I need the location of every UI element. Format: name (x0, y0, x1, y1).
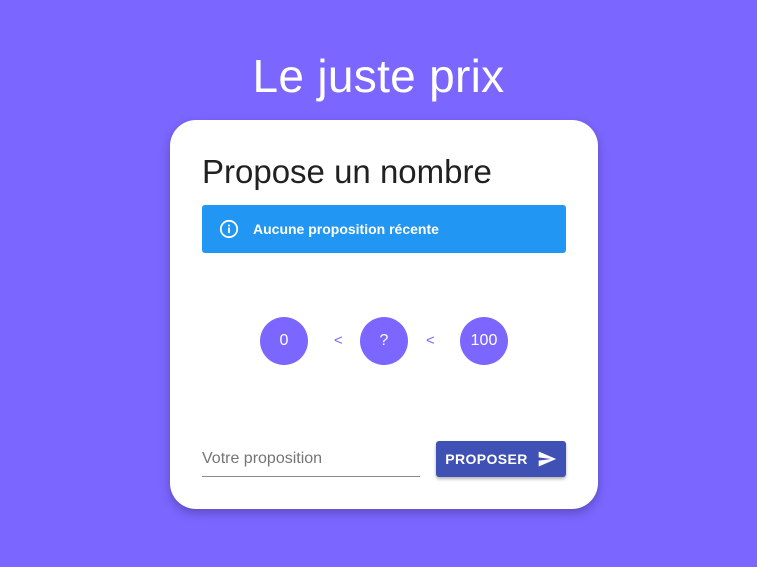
less-than-symbol: < (334, 332, 343, 349)
range-min-bubble: 0 (260, 317, 308, 365)
info-icon (219, 219, 239, 239)
propose-button[interactable]: PROPOSER (436, 441, 566, 477)
send-icon (537, 449, 557, 469)
propose-button-label: PROPOSER (445, 451, 528, 467)
range-indicator: 0 < ? < 100 (260, 317, 508, 365)
guess-field (202, 442, 420, 477)
card-title: Propose un nombre (202, 153, 492, 190)
guess-card: Propose un nombre Aucune proposition réc… (170, 120, 598, 509)
guess-input[interactable] (202, 442, 420, 476)
less-than-symbol: < (426, 332, 435, 349)
page-title: Le juste prix (252, 50, 505, 102)
alert-text: Aucune proposition récente (253, 221, 439, 237)
unknown-number-bubble: ? (360, 317, 408, 365)
range-max-bubble: 100 (460, 317, 508, 365)
info-alert: Aucune proposition récente (202, 205, 566, 253)
